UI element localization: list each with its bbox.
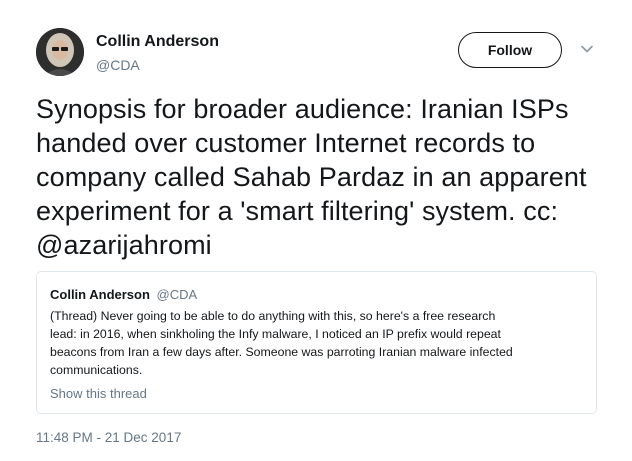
tweet-text-line: Synopsis for broader audience: Iranian I…	[36, 94, 569, 124]
quoted-tweet-text: (Thread) Never going to be able to do an…	[50, 307, 585, 379]
quoted-text-line: lead: in 2016, when sinkholing the Infy …	[50, 327, 501, 341]
quoted-text-line: communications.	[50, 363, 143, 377]
avatar[interactable]	[36, 28, 84, 76]
quoted-author-handle: @CDA	[156, 287, 198, 302]
quoted-tweet-header: Collin Anderson @CDA	[50, 287, 197, 302]
tweet-text-line: @azarijahromi	[36, 230, 212, 260]
quoted-author-name: Collin Anderson	[50, 287, 150, 302]
avatar-image	[36, 28, 84, 76]
tweet-text-line: handed over customer Internet records to	[36, 128, 536, 158]
quoted-tweet[interactable]: Collin Anderson @CDA (Thread) Never goin…	[36, 271, 597, 414]
tweet-text: Synopsis for broader audience: Iranian I…	[36, 92, 616, 262]
follow-button[interactable]: Follow	[458, 32, 562, 68]
quoted-text-line: beacons from Iran a few days after. Some…	[50, 345, 513, 359]
tweet-text-line: experiment for a 'smart filtering' syste…	[36, 196, 559, 226]
quoted-text-line: (Thread) Never going to be able to do an…	[50, 309, 496, 323]
tweet-text-line: company called Sahab Pardaz in an appare…	[36, 162, 587, 192]
show-thread-link[interactable]: Show this thread	[50, 386, 147, 401]
author-handle[interactable]: @CDA	[96, 57, 140, 73]
chevron-down-icon[interactable]	[580, 42, 594, 56]
tweet-timestamp[interactable]: 11:48 PM - 21 Dec 2017	[36, 430, 181, 445]
author-display-name[interactable]: Collin Anderson	[96, 33, 219, 51]
tweet-card: Collin Anderson @CDA Follow Synopsis for…	[0, 0, 632, 461]
